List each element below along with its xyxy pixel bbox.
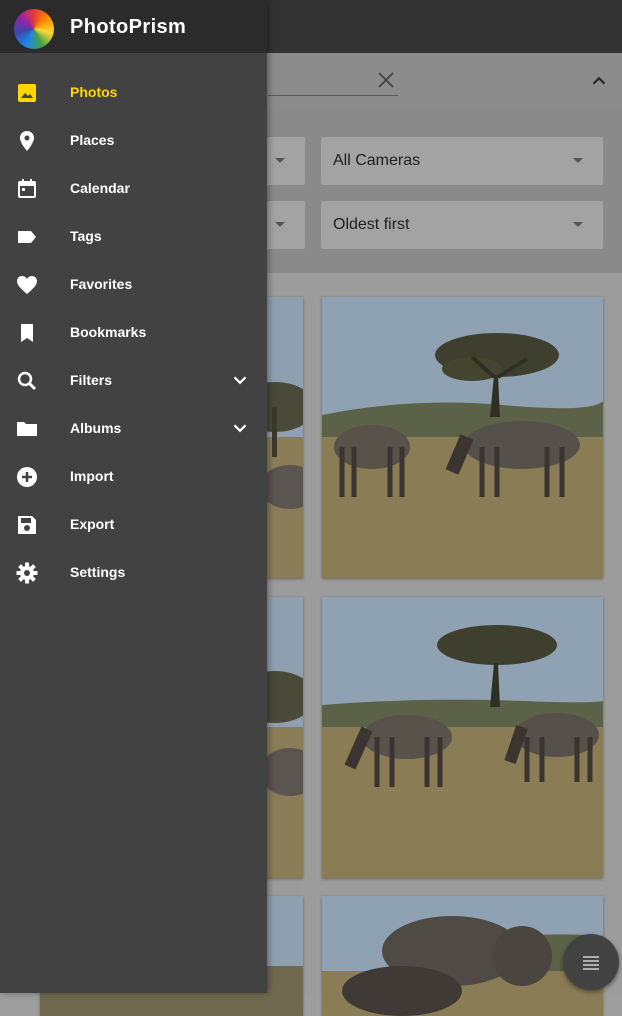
camera-select-value: All Cameras [333, 152, 421, 169]
label-icon [18, 231, 36, 243]
add-circle-icon [17, 467, 37, 487]
sort-select-value: Oldest first [333, 216, 410, 233]
chevron-down-icon [573, 158, 583, 163]
chevron-down-icon[interactable] [229, 369, 251, 391]
chevron-down-icon[interactable] [229, 417, 251, 439]
nav-item-label: Calendar [70, 180, 130, 196]
nav-item-favorites[interactable]: Favorites [0, 261, 267, 309]
nav-item-places[interactable]: Places [0, 117, 267, 165]
search-input[interactable] [268, 95, 398, 96]
photo-thumbnail[interactable] [322, 896, 603, 1016]
nav-item-label: Filters [70, 372, 113, 388]
nav-item-label: Import [70, 468, 114, 484]
close-icon[interactable] [374, 68, 398, 92]
photo-thumbnail[interactable] [322, 297, 603, 578]
nav-item-label: Tags [70, 228, 102, 244]
nav-item-label: Albums [70, 420, 122, 436]
photo-icon [18, 84, 36, 102]
nav-item-label: Settings [70, 564, 126, 580]
app-title: PhotoPrism [70, 16, 187, 38]
nav-item-settings[interactable]: Settings [0, 549, 267, 597]
menu-icon [583, 956, 599, 970]
nav-item-import[interactable]: Import [0, 453, 267, 501]
nav-item-label: Places [70, 132, 115, 148]
nav-item-label: Bookmarks [70, 324, 147, 340]
calendar-icon [18, 179, 36, 198]
nav-item-label: Export [70, 516, 115, 532]
chevron-up-icon[interactable] [588, 70, 610, 92]
chevron-down-icon [573, 222, 583, 227]
nav-item-export[interactable]: Export [0, 501, 267, 549]
nav-item-bookmarks[interactable]: Bookmarks [0, 309, 267, 357]
search-icon [17, 371, 37, 391]
bookmark-icon [21, 324, 33, 342]
nav-item-filters[interactable]: Filters [0, 357, 267, 405]
nav-item-label: Photos [70, 84, 118, 100]
save-icon [18, 516, 36, 534]
drawer-header: PhotoPrism [0, 0, 267, 53]
nav-item-photos[interactable]: Photos [0, 69, 267, 117]
nav-item-calendar[interactable]: Calendar [0, 165, 267, 213]
sort-select[interactable]: Oldest first [321, 201, 603, 249]
photo-thumbnail[interactable] [322, 597, 603, 878]
menu-fab[interactable] [563, 934, 619, 990]
nav-item-tags[interactable]: Tags [0, 213, 267, 261]
nav-item-label: Favorites [70, 276, 133, 292]
nav-item-albums[interactable]: Albums [0, 405, 267, 453]
app-logo[interactable] [14, 9, 54, 49]
gear-icon [16, 562, 38, 584]
place-icon [20, 131, 34, 151]
heart-icon [17, 276, 37, 294]
folder-icon [17, 422, 37, 436]
camera-select[interactable]: All Cameras [321, 137, 603, 185]
navigation-drawer: PhotoPrism Photos Places Calendar Tags F… [0, 0, 267, 993]
